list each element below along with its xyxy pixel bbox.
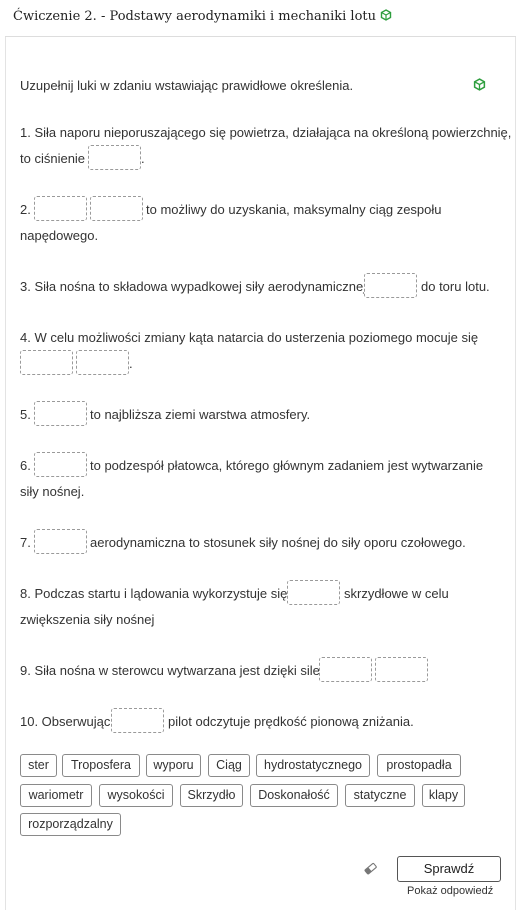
show-answer-link[interactable]: Pokaż odpowiedź bbox=[407, 885, 493, 897]
answer-gap-10[interactable] bbox=[111, 708, 164, 733]
answer-gap-1[interactable] bbox=[88, 145, 141, 170]
question-4-end: . bbox=[129, 356, 133, 371]
question-7-text: aerodynamiczna to stosunek siły nośnej d… bbox=[90, 535, 466, 550]
question-10-text: 10. Obserwując bbox=[20, 714, 111, 729]
question-1-end: . bbox=[141, 151, 145, 166]
question-6-text: to podzespół płatowca, którego głównym z… bbox=[90, 458, 484, 473]
question-1-line-1: 1. Siła naporu nieporuszającego się powi… bbox=[20, 125, 512, 140]
question-7-number: 7. bbox=[20, 535, 31, 550]
answer-gap-4b[interactable] bbox=[76, 350, 129, 375]
eraser-icon[interactable] bbox=[363, 861, 378, 876]
instruction-icon-wrap bbox=[473, 77, 486, 95]
word-chip-wyporu[interactable]: wyporu bbox=[146, 754, 201, 777]
question-10-text-2: pilot odczytuje prędkość pionową zniżani… bbox=[168, 714, 414, 729]
question-4-text: 4. W celu możliwości zmiany kąta natarci… bbox=[20, 330, 479, 345]
answer-gap-9b[interactable] bbox=[375, 657, 428, 682]
word-chip-hydrostatycznego[interactable]: hydrostatycznego bbox=[256, 754, 370, 777]
answer-gap-3[interactable] bbox=[364, 273, 417, 298]
question-2-number: 2. bbox=[20, 202, 31, 217]
word-chip-skrzydlo[interactable]: Skrzydło bbox=[180, 784, 243, 807]
question-3-text-2: do toru lotu. bbox=[421, 279, 490, 294]
answer-gap-2b[interactable] bbox=[90, 196, 143, 221]
word-chip-rozporzadzalny[interactable]: rozporządzalny bbox=[20, 813, 121, 836]
answer-gap-2a[interactable] bbox=[34, 196, 87, 221]
instruction-text: Uzupełnij luki w zdaniu wstawiając prawi… bbox=[20, 78, 354, 93]
answer-gap-7[interactable] bbox=[34, 529, 87, 554]
question-9-text: 9. Siła nośna w sterowcu wytwarzana jest… bbox=[20, 663, 320, 678]
question-2-text-2: napędowego. bbox=[20, 228, 99, 243]
answer-gap-6[interactable] bbox=[34, 452, 87, 477]
question-3-text: 3. Siła nośna to składowa wypadkowej sił… bbox=[20, 279, 367, 294]
question-2-text: to możliwy do uzyskania, maksymalny ciąg… bbox=[146, 202, 442, 217]
check-button[interactable]: Sprawdź bbox=[397, 856, 501, 882]
question-6-number: 6. bbox=[20, 458, 31, 473]
page-title: Ćwiczenie 2. - Podstawy aerodynamiki i m… bbox=[13, 9, 392, 24]
cube-icon bbox=[473, 78, 486, 91]
word-chip-ciag[interactable]: Ciąg bbox=[208, 754, 250, 777]
word-chip-klapy[interactable]: klapy bbox=[422, 784, 465, 807]
word-chip-statyczne[interactable]: statyczne bbox=[345, 784, 415, 807]
question-5-text: to najbliższa ziemi warstwa atmosfery. bbox=[90, 407, 311, 422]
answer-gap-5[interactable] bbox=[34, 401, 87, 426]
question-8-text-3: zwiększenia siły nośnej bbox=[20, 612, 155, 627]
cube-icon bbox=[380, 9, 392, 21]
word-chip-wysokosci[interactable]: wysokości bbox=[99, 784, 173, 807]
word-chip-wariometr[interactable]: wariometr bbox=[20, 784, 92, 807]
word-chip-troposfera[interactable]: Troposfera bbox=[62, 754, 140, 777]
question-5-number: 5. bbox=[20, 407, 31, 422]
word-chip-doskonalosc[interactable]: Doskonałość bbox=[250, 784, 338, 807]
answer-gap-8[interactable] bbox=[287, 580, 340, 605]
question-8-text-2: skrzydłowe w celu bbox=[344, 586, 449, 601]
word-chip-prostopadla[interactable]: prostopadła bbox=[377, 754, 461, 777]
word-chip-ster[interactable]: ster bbox=[20, 754, 57, 777]
question-1-line-2: to ciśnienie bbox=[20, 151, 86, 166]
exercise-header: Ćwiczenie 2. - Podstawy aerodynamiki i m… bbox=[5, 0, 516, 37]
question-8-text: 8. Podczas startu i lądowania wykorzystu… bbox=[20, 586, 288, 601]
answer-gap-4a[interactable] bbox=[20, 350, 73, 375]
question-6-text-2: siły nośnej. bbox=[20, 484, 85, 499]
answer-gap-9a[interactable] bbox=[319, 657, 372, 682]
